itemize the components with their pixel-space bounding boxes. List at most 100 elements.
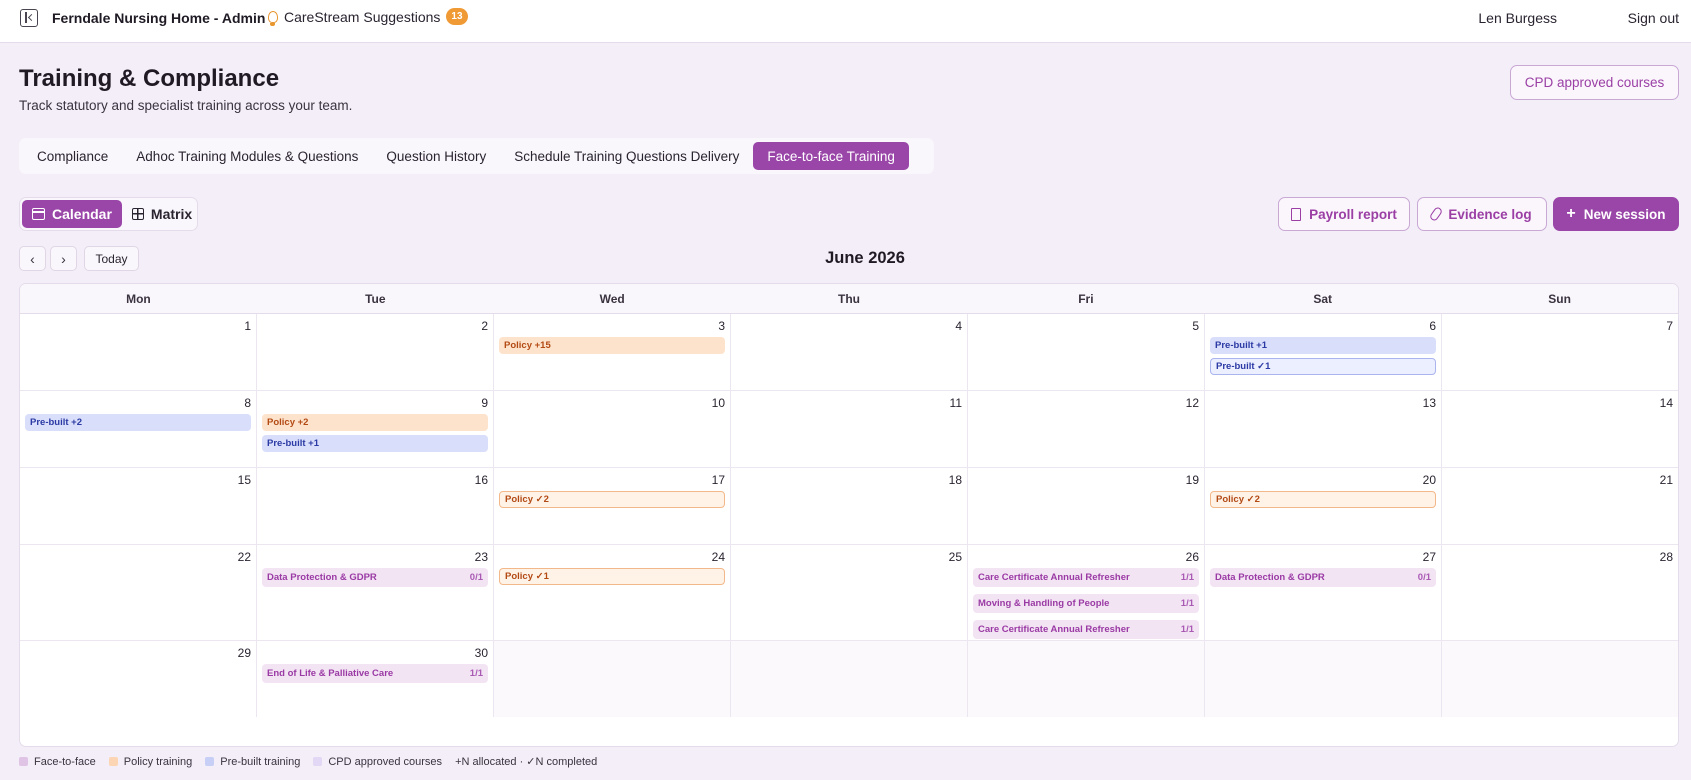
policy-event[interactable]: Policy +15 <box>499 337 725 354</box>
day-number: 24 <box>711 550 725 564</box>
legend-label: CPD approved courses <box>328 755 443 768</box>
event-label: Policy +15 <box>504 340 551 351</box>
calendar-day[interactable]: 25 <box>731 545 968 640</box>
calendar-day[interactable]: 29 <box>20 641 257 717</box>
weekday-sun: Sun <box>1548 291 1571 306</box>
calendar-day[interactable]: 1 <box>20 314 257 390</box>
day-number: 29 <box>237 646 251 660</box>
prebuilt-event[interactable]: Pre-built +1 <box>1210 337 1436 354</box>
day-number: 3 <box>718 319 725 333</box>
calendar-day[interactable]: 18 <box>731 468 968 544</box>
calendar-day[interactable]: 8 Pre-built +2 <box>20 391 257 467</box>
calendar-day[interactable]: 5 <box>968 314 1205 390</box>
event-count: 0/1 <box>1417 572 1431 583</box>
month-title: June 2026 <box>825 249 905 267</box>
calendar-day[interactable]: 24 Policy ✓1 <box>494 545 731 640</box>
calendar-day[interactable]: 22 <box>20 545 257 640</box>
tab-question-history[interactable]: Question History <box>372 142 500 170</box>
session-event[interactable]: End of Life & Palliative Care 1/1 <box>262 664 488 683</box>
event-label: Care Certificate Annual Refresher <box>978 572 1130 583</box>
legend: Face-to-face Policy training Pre-built tra… <box>19 755 597 768</box>
calendar-view-button[interactable]: Calendar <box>22 200 122 228</box>
calendar-day[interactable]: 30 End of Life & Palliative Care 1/1 <box>257 641 494 717</box>
policy-event[interactable]: Policy ✓1 <box>499 568 725 585</box>
document-icon <box>1291 207 1302 221</box>
tab-face-to-face-training[interactable]: Face-to-face Training <box>753 142 909 170</box>
policy-event[interactable]: Policy +2 <box>262 414 488 431</box>
legend-note: +N allocated · ✓N completed <box>455 756 598 768</box>
calendar-day[interactable]: 12 <box>968 391 1205 467</box>
event-label: Pre-built +2 <box>30 417 82 428</box>
calendar-day[interactable]: 14 <box>1442 391 1678 467</box>
sidebar-toggle-icon[interactable] <box>20 9 38 27</box>
calendar-day[interactable]: 19 <box>968 468 1205 544</box>
app-title: Ferndale Nursing Home - Admin <box>52 10 266 26</box>
session-event[interactable]: Data Protection & GDPR 0/1 <box>262 568 488 587</box>
day-number: 7 <box>1666 319 1673 333</box>
calendar-week: 29 30 End of Life & Palliative Care 1/1 <box>20 641 1678 717</box>
policy-event[interactable]: Policy ✓2 <box>1210 491 1436 508</box>
payroll-report-label: Payroll report <box>1309 206 1397 222</box>
calendar-day[interactable]: 11 <box>731 391 968 467</box>
cpd-approved-courses-button[interactable]: CPD approved courses <box>1510 65 1679 100</box>
plus-icon: + <box>1566 205 1576 222</box>
matrix-view-button[interactable]: Matrix <box>122 200 202 228</box>
legend-item: Policy training <box>108 756 192 768</box>
prebuilt-event[interactable]: Pre-built ✓1 <box>1210 358 1436 375</box>
tab-schedule-training-questions-delivery[interactable]: Schedule Training Questions Delivery <box>500 142 753 170</box>
new-session-button[interactable]: + New session <box>1553 197 1679 231</box>
calendar-day[interactable]: 16 <box>257 468 494 544</box>
calendar-day[interactable]: 23 Data Protection & GDPR 0/1 <box>257 545 494 640</box>
day-number: 21 <box>1659 473 1673 487</box>
calendar-day[interactable]: 15 <box>20 468 257 544</box>
calendar-day[interactable]: 26 Care Certificate Annual Refresher 1/1 Mo… <box>968 545 1205 640</box>
calendar-day[interactable]: 20 Policy ✓2 <box>1205 468 1442 544</box>
evidence-log-button[interactable]: Evidence log <box>1417 197 1547 231</box>
calendar-day[interactable]: 10 <box>494 391 731 467</box>
event-label: Policy ✓1 <box>505 571 549 582</box>
user-name[interactable]: Len Burgess <box>1478 10 1557 26</box>
tab-adhoc-training-modules-questions[interactable]: Adhoc Training Modules & Questions <box>122 142 372 170</box>
calendar-day[interactable]: 4 <box>731 314 968 390</box>
day-number: 28 <box>1659 550 1673 564</box>
calendar-day[interactable]: 3 Policy +15 <box>494 314 731 390</box>
event-label: End of Life & Palliative Care <box>267 668 394 679</box>
event-label: Policy ✓2 <box>1216 494 1260 505</box>
calendar-day[interactable]: 7 <box>1442 314 1678 390</box>
matrix-view-label: Matrix <box>150 206 193 222</box>
session-event[interactable]: Care Certificate Annual Refresher 1/1 <box>973 568 1199 587</box>
suggestions-link[interactable]: CareStream Suggestions 13 <box>268 8 468 26</box>
evidence-log-label: Evidence log <box>1448 206 1532 222</box>
calendar-day[interactable]: 21 <box>1442 468 1678 544</box>
day-number: 12 <box>1185 396 1199 410</box>
calendar-day[interactable]: 13 <box>1205 391 1442 467</box>
day-number: 16 <box>474 473 488 487</box>
legend-swatch <box>313 757 323 766</box>
calendar-day[interactable]: 2 <box>257 314 494 390</box>
prebuilt-event[interactable]: Pre-built +1 <box>262 435 488 452</box>
calendar-day[interactable]: 28 <box>1442 545 1678 640</box>
calendar-day[interactable]: 27 Data Protection & GDPR 0/1 <box>1205 545 1442 640</box>
sign-out-link[interactable]: Sign out <box>1628 10 1679 26</box>
legend-label: Face-to-face <box>34 755 96 768</box>
session-event[interactable]: Care Certificate Annual Refresher 1/1 <box>973 620 1199 639</box>
policy-event[interactable]: Policy ✓2 <box>499 491 725 508</box>
calendar-day[interactable]: 17 Policy ✓2 <box>494 468 731 544</box>
prebuilt-event[interactable]: Pre-built +2 <box>25 414 251 431</box>
view-toggle: Calendar Matrix <box>19 197 198 231</box>
tab-bar: Compliance Adhoc Training Modules & Quest… <box>19 138 934 174</box>
event-label: Pre-built +1 <box>1215 340 1267 351</box>
calendar-icon <box>32 208 45 220</box>
payroll-report-button[interactable]: Payroll report <box>1278 197 1410 231</box>
session-event[interactable]: Data Protection & GDPR 0/1 <box>1210 568 1436 587</box>
calendar-day-empty <box>968 641 1205 717</box>
session-event[interactable]: Moving & Handling of People 1/1 <box>973 594 1199 613</box>
suggestions-count-badge: 13 <box>446 8 468 25</box>
day-number: 15 <box>237 473 251 487</box>
calendar-day[interactable]: 6 Pre-built +1 Pre-built ✓1 <box>1205 314 1442 390</box>
tab-compliance[interactable]: Compliance <box>23 142 122 170</box>
event-count: 1/1 <box>1180 598 1194 609</box>
calendar-day[interactable]: 9 Policy +2 Pre-built +1 <box>257 391 494 467</box>
weekday-mon: Mon <box>126 291 151 306</box>
day-number: 27 <box>1422 550 1436 564</box>
